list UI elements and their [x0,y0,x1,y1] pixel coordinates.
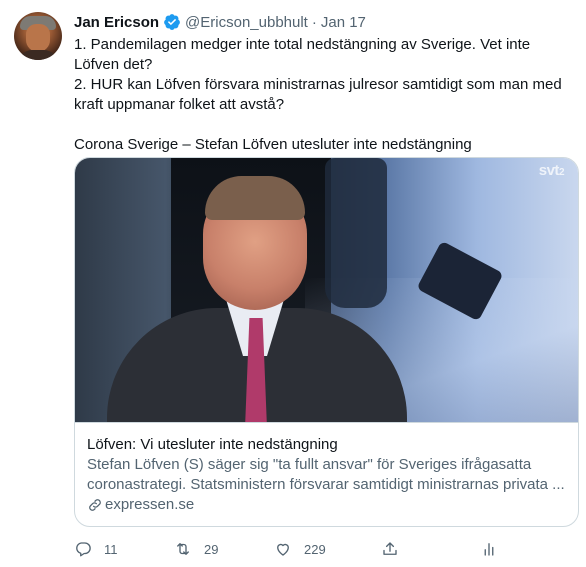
svt2-logo-text: svt [538,162,560,179]
analytics-icon [484,543,494,556]
tweet-text-line-3: Corona Sverige – Stefan Löfven utesluter… [74,136,472,153]
analytics-button[interactable] [480,540,498,558]
reply-count: 11 [104,541,118,557]
card-title: Löfven: Vi utesluter inte nedstängning [87,436,338,453]
verified-badge-icon [164,14,180,30]
tweet-text-spacer [74,115,579,135]
avatar-shirt [18,50,58,60]
tweet-text-line-2: 2. HUR kan Löfven försvara ministrarnas … [74,76,562,113]
card-domain-text: expressen.se [105,496,195,513]
heart-icon [277,543,289,556]
svt2-logo: svt2 [538,162,565,179]
retweet-icon [177,543,189,555]
reply-icon [76,542,91,557]
retweet-button[interactable]: 29 [174,540,218,558]
like-button[interactable]: 229 [274,540,326,558]
tweet-text: 1. Pandemilagen medger inte total nedstä… [74,35,579,155]
retweet-count: 29 [204,541,219,557]
avatar[interactable] [14,12,62,60]
svt2-logo-channel: 2 [558,167,565,178]
card-body[interactable]: Löfven: Vi utesluter inte nedstängning S… [75,422,578,526]
card-image[interactable]: svt2 [75,158,578,422]
card-domain: expressen.se [87,495,566,515]
card-description: Stefan Löfven (S) säger sig "ta fullt an… [87,455,566,495]
author-name[interactable]: Jan Ericson [74,14,159,31]
tweet-header: Jan Ericson @Ericson_ubbhult · Jan 17 [74,12,366,32]
reply-button[interactable]: 11 [74,540,118,558]
card-image-background-person [325,158,387,308]
tweet[interactable]: Jan Ericson @Ericson_ubbhult · Jan 17 1.… [0,0,586,567]
tweet-actions: 11 29 229 [74,540,504,560]
card-image-hair [205,176,305,220]
header-separator: · [311,13,317,31]
tweet-text-line-1: 1. Pandemilagen medger inte total nedstä… [74,36,531,73]
like-count: 229 [304,541,326,557]
author-handle[interactable]: @Ericson_ubbhult [185,14,308,31]
card-description-line-2: coronastrategi. Statsministern försvarar… [87,476,565,493]
card-description-line-1: Stefan Löfven (S) säger sig "ta fullt an… [87,456,532,473]
link-preview-card[interactable]: svt2 Löfven: Vi utesluter inte nedstängn… [74,157,579,527]
share-icon [383,542,397,555]
avatar-face [26,24,50,52]
share-button[interactable] [381,540,399,558]
tweet-date[interactable]: Jan 17 [321,14,366,31]
link-icon [89,499,101,511]
